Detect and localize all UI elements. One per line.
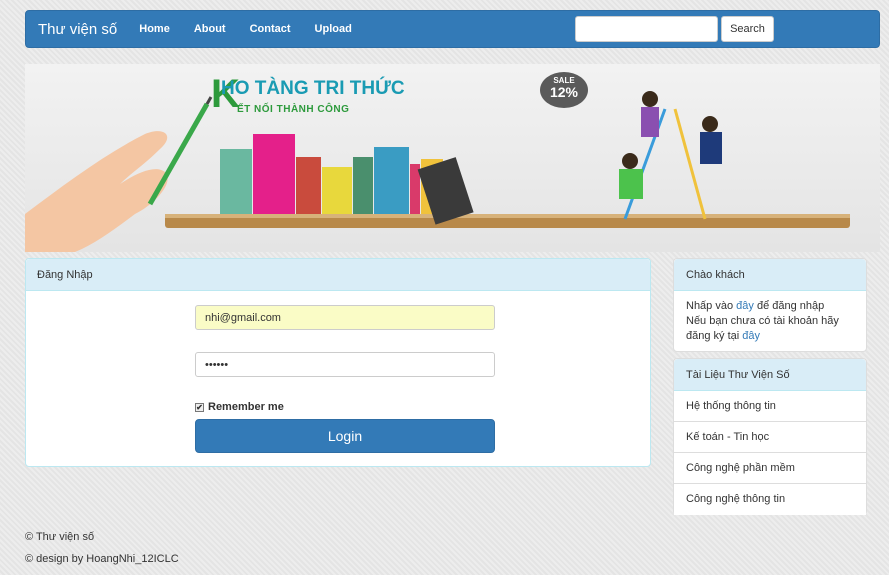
doc-item-cong-nghe-phan-mem[interactable]: Công nghệ phần mềm <box>674 453 866 484</box>
banner-artwork <box>25 91 850 252</box>
welcome-heading: Chào khách <box>674 259 866 291</box>
footer-copyright: © Thư viện số <box>25 531 95 543</box>
doc-item-ke-toan-tin-hoc[interactable]: Kế toán - Tin học <box>674 422 866 453</box>
search-input[interactable] <box>575 16 718 42</box>
search-button[interactable]: Search <box>721 16 774 42</box>
remember-label: Remember me <box>208 401 284 413</box>
hero-banner: K HO TÀNG TRI THỨC ẾT NỐI THÀNH CÔNG SAL… <box>25 64 880 252</box>
welcome-line-2: Nếu bạn chưa có tài khoản hãy <box>686 315 839 327</box>
footer-credit: © design by HoangNhi_12ICLC <box>25 553 179 565</box>
nav-contact-link[interactable]: Contact <box>250 23 291 35</box>
welcome-body: Nhấp vào đây để đăng nhập Nếu bạn chưa c… <box>674 291 866 352</box>
register-here-link[interactable]: đây <box>742 330 760 342</box>
login-heading: Đăng Nhập <box>26 259 650 291</box>
nav-home-link[interactable]: Home <box>139 23 170 35</box>
documents-panel: Tài Liệu Thư Viện Số Hệ thống thông tin … <box>673 358 867 515</box>
login-button[interactable]: Login <box>195 419 495 453</box>
doc-item-he-thong-thong-tin[interactable]: Hệ thống thông tin <box>674 391 866 422</box>
password-field[interactable] <box>195 352 495 377</box>
welcome-line-3: đăng ký tại đây <box>686 329 854 344</box>
doc-item-cong-nghe-thong-tin[interactable]: Công nghệ thông tin <box>674 484 866 515</box>
documents-heading: Tài Liệu Thư Viện Số <box>674 359 866 391</box>
welcome-login-suffix: để đăng nhập <box>753 300 825 312</box>
welcome-panel: Chào khách Nhấp vào đây để đăng nhập Nếu… <box>673 258 867 352</box>
remember-me[interactable]: ✔ Remember me <box>195 401 284 413</box>
sale-value: 12% <box>549 84 579 100</box>
welcome-register-prefix: đăng ký tại <box>686 330 743 342</box>
welcome-login-prefix: Nhấp vào <box>686 300 737 312</box>
sale-badge: SALE 12% <box>540 72 588 108</box>
login-here-link[interactable]: đây <box>736 300 754 312</box>
nav-about-link[interactable]: About <box>194 23 226 35</box>
brand-link[interactable]: Thư viện số <box>38 21 117 38</box>
email-field[interactable] <box>195 305 495 330</box>
remember-checkbox[interactable]: ✔ <box>195 402 204 412</box>
banner-subtitle: ẾT NỐI THÀNH CÔNG <box>237 104 350 115</box>
login-panel: Đăng Nhập ✔ Remember me Login <box>25 258 651 467</box>
banner-title: HO TÀNG TRI THỨC <box>221 78 405 99</box>
nav-upload-link[interactable]: Upload <box>315 23 352 35</box>
welcome-line-1: Nhấp vào đây để đăng nhập <box>686 299 854 314</box>
